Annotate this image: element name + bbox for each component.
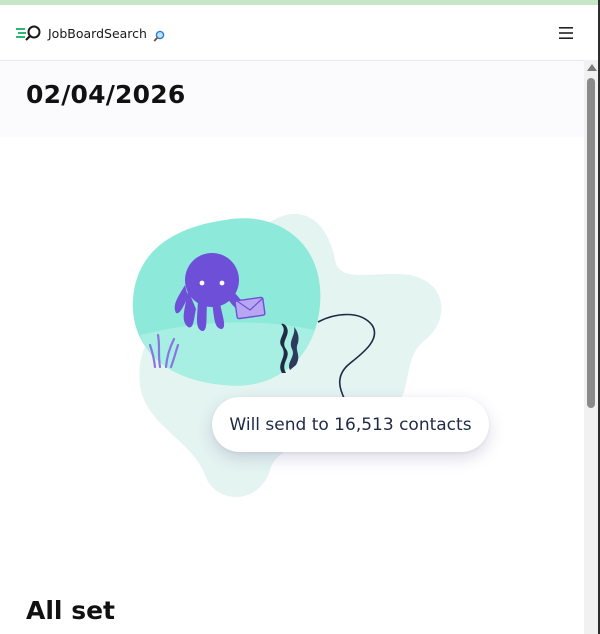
- top-navbar: JobBoardSearch: [0, 5, 584, 61]
- scrollbar-thumb[interactable]: [587, 78, 595, 408]
- magnifier-speed-icon: [16, 23, 44, 43]
- brand-logo[interactable]: JobBoardSearch: [16, 23, 165, 43]
- send-summary-text: Will send to 16,513 contacts: [229, 414, 472, 435]
- hamburger-menu-icon[interactable]: [557, 24, 575, 42]
- magnifying-glass-icon: [153, 27, 165, 42]
- scroll-up-arrow-icon[interactable]: [587, 64, 597, 71]
- section-title: All set: [26, 596, 115, 625]
- send-summary-pill: Will send to 16,513 contacts: [212, 397, 489, 452]
- octopus-illustration: [130, 205, 450, 505]
- envelope-icon: [234, 296, 266, 320]
- page-title: 02/04/2026: [26, 80, 186, 109]
- brand-name: JobBoardSearch: [48, 25, 147, 41]
